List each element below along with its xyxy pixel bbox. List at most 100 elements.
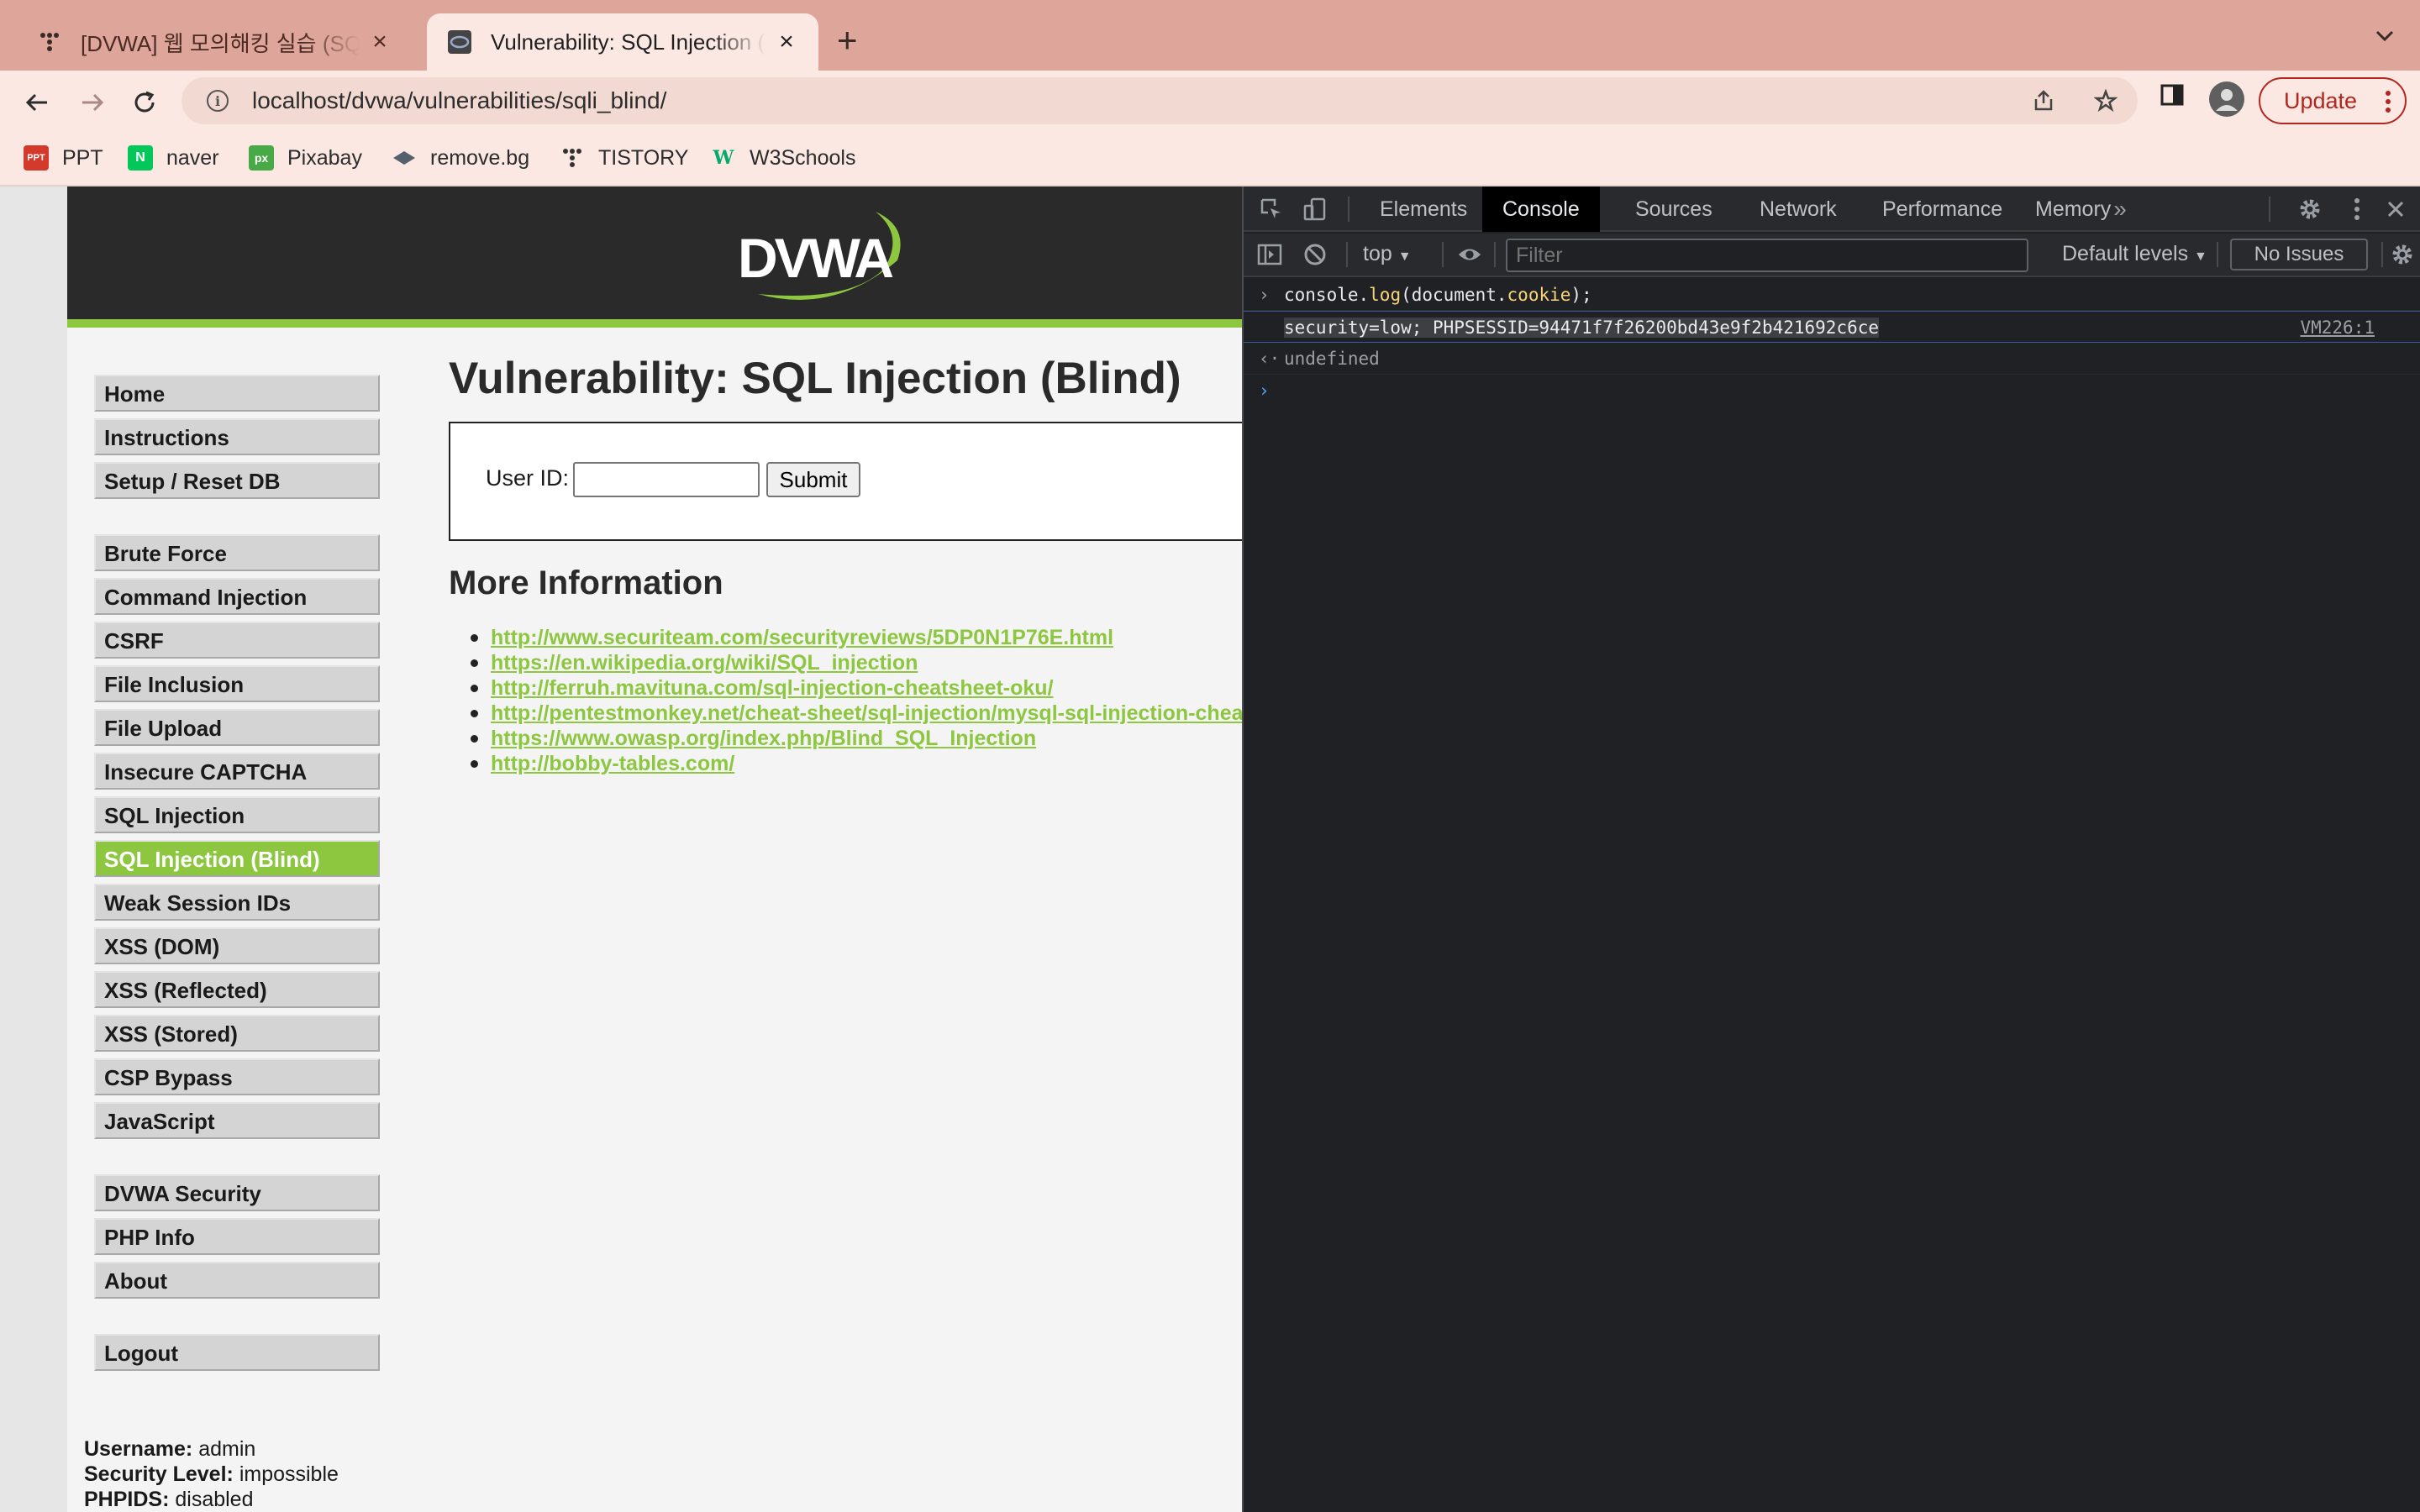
- reference-link[interactable]: http://ferruh.mavituna.com/sql-injection…: [491, 676, 1054, 700]
- console-prompt[interactable]: ›: [1244, 375, 2420, 407]
- share-icon[interactable]: [2032, 89, 2055, 118]
- menu-item-command-injection[interactable]: Command Injection: [94, 578, 380, 615]
- log-levels-dropdown[interactable]: Default levels ▼: [2062, 242, 2207, 266]
- code-token: console.: [1284, 285, 1370, 305]
- menu-item-brute-force[interactable]: Brute Force: [94, 534, 380, 571]
- reference-link[interactable]: http://bobby-tables.com/: [491, 752, 734, 775]
- browser-tab-tistory[interactable]: [DVWA] 웹 모의해킹 실습 (SQL Injection) ×: [17, 13, 412, 71]
- menu-item-xss-reflected[interactable]: XSS (Reflected): [94, 971, 380, 1008]
- update-button[interactable]: Update: [2259, 77, 2407, 124]
- context-label: top: [1363, 242, 1392, 265]
- reference-link[interactable]: http://www.securiteam.com/securityreview…: [491, 626, 1113, 649]
- inspect-element-icon[interactable]: [1259, 197, 1284, 222]
- close-tab-icon[interactable]: ×: [775, 28, 798, 56]
- bookmark-label: W3Schools: [750, 145, 856, 170]
- new-tab-plus-icon[interactable]: +: [837, 22, 858, 59]
- device-toolbar-icon[interactable]: [1302, 197, 1328, 222]
- bookmark-ppt[interactable]: PPT PPT: [24, 143, 103, 173]
- close-tab-icon[interactable]: ×: [368, 28, 392, 56]
- phpids-value: disabled: [175, 1488, 254, 1511]
- console-log-output[interactable]: security=low; PHPSESSID=94471f7f26200bd4…: [1244, 311, 2420, 343]
- dropdown-triangle-icon: ▼: [2194, 249, 2207, 264]
- settings-gear-icon[interactable]: [2297, 197, 2323, 222]
- menu-item-logout[interactable]: Logout: [94, 1334, 380, 1371]
- menu-item-dvwa-security[interactable]: DVWA Security: [94, 1174, 380, 1211]
- bookmarks-bar: PPT PPT N naver px Pixabay remove.bg TIS…: [0, 133, 2420, 186]
- bookmark-label: PPT: [62, 145, 103, 170]
- menu-item-instructions[interactable]: Instructions: [94, 418, 380, 455]
- reference-link[interactable]: https://en.wikipedia.org/wiki/SQL_inject…: [491, 651, 918, 675]
- reference-link[interactable]: http://pentestmonkey.net/cheat-sheet/sql…: [491, 701, 1242, 725]
- menu-item-sql-injection[interactable]: SQL Injection: [94, 796, 380, 833]
- close-devtools-icon[interactable]: [2383, 197, 2408, 222]
- address-bar[interactable]: i localhost/dvwa/vulnerabilities/sqli_bl…: [182, 77, 2138, 124]
- separator: [1442, 242, 1444, 267]
- menu-item-file-inclusion[interactable]: File Inclusion: [94, 665, 380, 702]
- tab-elements[interactable]: Elements: [1360, 186, 1487, 232]
- more-vertical-icon[interactable]: [2344, 197, 2370, 222]
- console-input-line[interactable]: › console.log(document.cookie);: [1244, 279, 2420, 311]
- context-selector[interactable]: top ▼: [1363, 242, 1412, 266]
- menu-item-csrf[interactable]: CSRF: [94, 622, 380, 659]
- bookmark-star-icon[interactable]: [2093, 88, 2118, 118]
- menu-item-insecure-captcha[interactable]: Insecure CAPTCHA: [94, 753, 380, 790]
- bookmark-tistory[interactable]: TISTORY: [560, 143, 688, 173]
- clear-console-icon[interactable]: [1302, 242, 1328, 267]
- browser-tab-bar: [DVWA] 웹 모의해킹 실습 (SQL Injection) × Vulne…: [0, 0, 2420, 71]
- return-arrow-icon: ‹·: [1259, 349, 1281, 369]
- bookmark-w3schools[interactable]: W W3Schools: [711, 143, 856, 173]
- menu-item-xss-dom[interactable]: XSS (DOM): [94, 927, 380, 964]
- source-link[interactable]: VM226:1: [2300, 312, 2375, 344]
- menu-item-csp-bypass[interactable]: CSP Bypass: [94, 1058, 380, 1095]
- console-filter-input[interactable]: [1506, 239, 2028, 272]
- console-messages: › console.log(document.cookie); security…: [1244, 279, 2420, 407]
- menu-item-javascript[interactable]: JavaScript: [94, 1102, 380, 1139]
- separator: [2217, 242, 2218, 267]
- list-item: https://www.owasp.org/index.php/Blind_SQ…: [470, 726, 1242, 751]
- tab-network[interactable]: Network: [1739, 186, 1857, 232]
- back-arrow-icon[interactable]: [20, 86, 54, 119]
- bookmark-naver[interactable]: N naver: [128, 143, 219, 173]
- forward-arrow-icon[interactable]: [76, 86, 109, 119]
- menu-item-file-upload[interactable]: File Upload: [94, 709, 380, 746]
- submit-button[interactable]: Submit: [766, 462, 860, 497]
- separator: [1348, 197, 1349, 222]
- separator: [2269, 197, 2270, 222]
- menu-item-home[interactable]: Home: [94, 375, 380, 412]
- user-id-input[interactable]: [573, 462, 760, 497]
- reference-link[interactable]: https://www.owasp.org/index.php/Blind_SQ…: [491, 727, 1036, 750]
- username-row: Username: admin: [84, 1436, 339, 1462]
- more-vertical-icon[interactable]: [2385, 89, 2391, 120]
- more-tabs-chevron-icon[interactable]: »: [2107, 196, 2133, 222]
- console-settings-gear-icon[interactable]: [2390, 242, 2415, 267]
- menu-item-setup-reset-db[interactable]: Setup / Reset DB: [94, 462, 380, 499]
- reload-icon[interactable]: [128, 86, 161, 119]
- username-label: Username:: [84, 1437, 193, 1461]
- profile-avatar-icon[interactable]: [2208, 81, 2245, 122]
- bookmark-pixabay[interactable]: px Pixabay: [249, 143, 362, 173]
- dvwa-container: DVWA Home Instructions Setup / Reset DB Bru…: [67, 186, 1242, 1512]
- user-id-label: User ID:: [486, 465, 570, 491]
- menu-item-weak-session-ids[interactable]: Weak Session IDs: [94, 884, 380, 921]
- bookmark-removebg[interactable]: remove.bg: [392, 143, 529, 173]
- cookie-output-text[interactable]: security=low; PHPSESSID=94471f7f26200bd4…: [1284, 318, 1880, 338]
- menu-item-about[interactable]: About: [94, 1262, 380, 1299]
- tab-performance[interactable]: Performance: [1862, 186, 2023, 232]
- issues-button[interactable]: No Issues: [2230, 239, 2368, 270]
- tab-console[interactable]: Console: [1482, 186, 1600, 232]
- menu-item-php-info[interactable]: PHP Info: [94, 1218, 380, 1255]
- side-panel-icon[interactable]: [2160, 82, 2185, 112]
- live-expression-eye-icon[interactable]: [1457, 242, 1482, 267]
- bookmark-label: TISTORY: [598, 145, 689, 170]
- menu-item-sql-injection-blind[interactable]: SQL Injection (Blind): [94, 840, 380, 877]
- menu-item-xss-stored[interactable]: XSS (Stored): [94, 1015, 380, 1052]
- site-info-icon[interactable]: i: [207, 90, 229, 112]
- tab-title: [DVWA] 웹 모의해킹 실습 (SQL Injection): [81, 30, 360, 56]
- list-item: http://pentestmonkey.net/cheat-sheet/sql…: [470, 701, 1242, 726]
- browser-tab-dvwa[interactable]: Vulnerability: SQL Injection (Blind) ×: [427, 13, 818, 71]
- separator: [2381, 242, 2383, 267]
- tab-search-chevron-icon[interactable]: [2375, 25, 2395, 45]
- sidebar-toggle-icon[interactable]: [1257, 242, 1282, 267]
- console-toolbar: top ▼ Default levels ▼ No Issues: [1244, 234, 2420, 277]
- tab-sources[interactable]: Sources: [1615, 186, 1733, 232]
